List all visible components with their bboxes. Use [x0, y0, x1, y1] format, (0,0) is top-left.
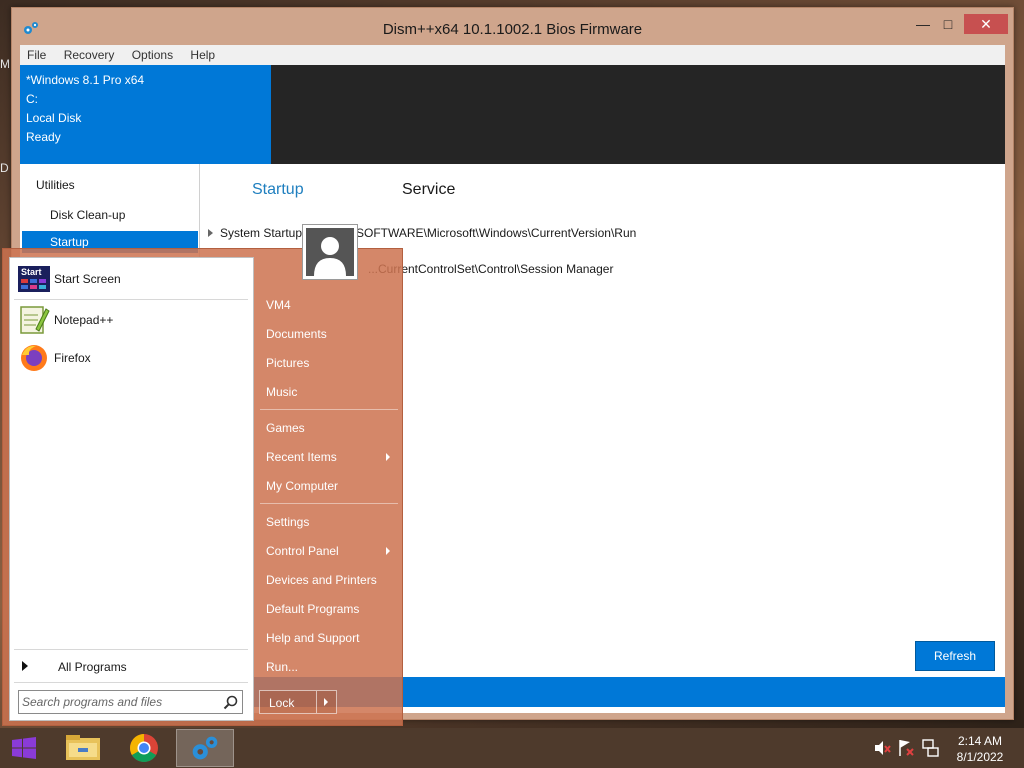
startup-entry[interactable]: System Startup [208, 226, 302, 240]
entry-path: SOFTWARE\Microsoft\Windows\CurrentVersio… [356, 226, 637, 240]
refresh-button[interactable]: Refresh [915, 641, 995, 671]
menu-bar: File Recovery Options Help [20, 45, 1005, 65]
place-documents[interactable]: Documents [266, 327, 327, 341]
entry-path: ...CurrentControlSet\Control\Session Man… [368, 262, 614, 276]
place-control-panel[interactable]: Control Panel [266, 544, 339, 558]
sidebar-item-disk-cleanup[interactable]: Disk Clean-up [22, 204, 198, 226]
image-info-panel[interactable]: *Windows 8.1 Pro x64 C: Local Disk Ready [20, 65, 271, 164]
divider [260, 409, 398, 410]
firefox-icon [21, 345, 47, 371]
menu-options[interactable]: Options [125, 45, 180, 62]
svg-text:Start: Start [21, 267, 42, 277]
clock[interactable]: 2:14 AM 8/1/2022 [948, 733, 1012, 765]
divider [14, 682, 248, 683]
start-screen-icon: Start [18, 266, 50, 292]
close-button[interactable]: ✕ [964, 14, 1008, 34]
entry-name: System Startup [220, 226, 303, 240]
search-box[interactable] [18, 690, 243, 714]
place-devices-printers[interactable]: Devices and Printers [266, 573, 377, 587]
submenu-arrow-icon [386, 453, 390, 461]
place-pictures[interactable]: Pictures [266, 356, 309, 370]
file-explorer-icon [66, 735, 100, 760]
lock-button[interactable]: Lock [259, 690, 337, 714]
network-icon[interactable] [920, 728, 940, 768]
status-label: Ready [26, 130, 61, 144]
menu-file[interactable]: File [20, 45, 53, 62]
disk-label: Local Disk [26, 111, 82, 125]
place-my-computer[interactable]: My Computer [266, 479, 338, 493]
all-programs-label: All Programs [58, 660, 127, 674]
triangle-right-icon [22, 661, 28, 671]
volume-muted-icon[interactable] [872, 728, 892, 768]
desktop-icon-label: M [0, 57, 10, 71]
menu-help[interactable]: Help [183, 45, 222, 62]
place-games[interactable]: Games [266, 421, 305, 435]
place-music[interactable]: Music [266, 385, 297, 399]
start-menu-programs-pane: Start Start Screen Notepad++ Firefox All… [9, 257, 254, 721]
place-help-support[interactable]: Help and Support [266, 631, 359, 645]
chevron-right-icon [324, 698, 328, 706]
start-menu: Start Start Screen Notepad++ Firefox All… [2, 224, 403, 726]
minimize-button[interactable]: — [909, 14, 937, 34]
search-icon[interactable] [223, 695, 238, 710]
submenu-arrow-icon [386, 547, 390, 555]
taskbar-chrome[interactable] [115, 729, 173, 767]
user-icon [314, 237, 346, 276]
dism-icon [192, 736, 218, 760]
clock-time: 2:14 AM [957, 734, 1003, 748]
expand-icon[interactable] [208, 229, 213, 237]
all-programs-button[interactable]: All Programs [18, 658, 246, 676]
place-default-programs[interactable]: Default Programs [266, 602, 359, 616]
program-label: Start Screen [54, 272, 121, 286]
divider [14, 649, 248, 650]
place-recent-items[interactable]: Recent Items [266, 450, 337, 464]
taskbar-file-explorer[interactable] [54, 729, 112, 767]
os-label: *Windows 8.1 Pro x64 [26, 73, 145, 87]
place-settings[interactable]: Settings [266, 515, 309, 529]
taskbar: 2:14 AM 8/1/2022 [0, 728, 1024, 768]
place-run[interactable]: Run... [266, 660, 298, 674]
lock-label: Lock [269, 696, 295, 710]
windows-logo-icon [12, 737, 36, 759]
sidebar-header-utilities[interactable]: Utilities [36, 178, 75, 192]
clock-date: 8/1/2022 [956, 750, 1004, 764]
desktop-icon-label: D [0, 161, 9, 175]
divider [260, 503, 398, 504]
action-center-flag-icon[interactable] [896, 728, 916, 768]
start-button[interactable] [0, 728, 48, 768]
tab-service[interactable]: Service [402, 181, 455, 199]
title-bar[interactable]: Dism++x64 10.1.1002.1 Bios Firmware — □ … [12, 8, 1013, 45]
window-title: Dism++x64 10.1.1002.1 Bios Firmware [382, 21, 643, 38]
program-notepadpp[interactable]: Notepad++ [14, 303, 250, 337]
divider [14, 299, 248, 300]
chrome-icon [130, 734, 158, 762]
program-label: Firefox [54, 351, 91, 365]
lock-options-button[interactable] [316, 691, 336, 713]
user-avatar[interactable] [302, 224, 358, 280]
search-input[interactable] [22, 693, 218, 711]
drive-label: C: [26, 92, 38, 106]
program-start-screen[interactable]: Start Start Screen [14, 262, 250, 296]
session-panel [271, 65, 1005, 164]
program-firefox[interactable]: Firefox [14, 341, 250, 375]
taskbar-dism[interactable] [176, 729, 234, 767]
program-label: Notepad++ [54, 313, 114, 327]
tab-startup[interactable]: Startup [252, 181, 304, 199]
maximize-button[interactable]: □ [934, 14, 962, 34]
place-user-folder[interactable]: VM4 [266, 298, 291, 312]
menu-recovery[interactable]: Recovery [57, 45, 122, 62]
notepadpp-icon [20, 306, 50, 334]
